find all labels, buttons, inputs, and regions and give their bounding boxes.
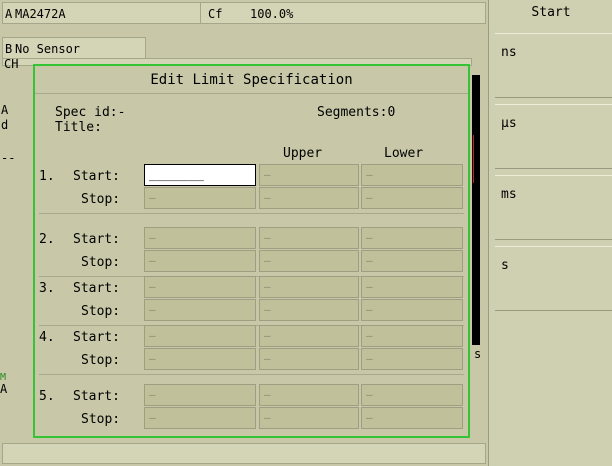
start-time-field-3[interactable]: —: [144, 276, 256, 298]
trace-unit-letter: s: [474, 347, 482, 361]
start-time-field-2[interactable]: —: [144, 227, 256, 249]
channel-b-status: No Sensor: [15, 42, 81, 56]
stop-lower-field-3[interactable]: —: [361, 299, 463, 321]
softkey-s[interactable]: s: [495, 246, 612, 311]
left-letter-a: A: [1, 103, 9, 117]
stop-label-3: Stop:: [81, 304, 121, 319]
stop-label-4: Stop:: [81, 353, 121, 368]
segment-number-5: 5.: [39, 389, 55, 404]
stop-label-1: Stop:: [81, 192, 121, 207]
segments-label: Segments:0: [317, 105, 396, 120]
edit-limit-dialog: Edit Limit Specification Spec id:- Segme…: [33, 64, 470, 438]
left-letter-d: d: [1, 118, 9, 132]
cf-value: 100.0%: [250, 7, 294, 21]
start-upper-field-4[interactable]: —: [259, 325, 359, 347]
row-separator: [39, 374, 464, 375]
start-time-field-4[interactable]: —: [144, 325, 256, 347]
lower-column-header: Lower: [384, 146, 424, 161]
channel-a-header[interactable]: A MA2472A Cf 100.0%: [2, 2, 486, 24]
stop-time-field-1[interactable]: —: [144, 187, 256, 209]
status-bar: [2, 443, 486, 464]
stop-upper-field-5[interactable]: —: [259, 407, 359, 429]
channel-a-sensor-model: MA2472A: [15, 7, 66, 21]
start-upper-field-3[interactable]: —: [259, 276, 359, 298]
softkey-ms[interactable]: ms: [495, 175, 612, 240]
channel-b-letter: B: [5, 42, 13, 56]
softkey-title: Start: [531, 5, 571, 20]
softkey-s-label: s: [501, 258, 509, 273]
segment-number-1: 1.: [39, 169, 55, 184]
start-upper-field-1[interactable]: —: [259, 164, 359, 186]
stop-lower-field-5[interactable]: —: [361, 407, 463, 429]
start-time-field-1[interactable]: _______: [144, 164, 256, 186]
channel-a-letter: A: [5, 7, 13, 21]
start-upper-field-2[interactable]: —: [259, 227, 359, 249]
stop-lower-field-2[interactable]: —: [361, 250, 463, 272]
segment-number-3: 3.: [39, 281, 55, 296]
start-lower-field-2[interactable]: —: [361, 227, 463, 249]
stop-label-5: Stop:: [81, 412, 121, 427]
stop-lower-field-4[interactable]: —: [361, 348, 463, 370]
dash-marker: --: [1, 151, 16, 165]
stop-label-2: Stop:: [81, 255, 121, 270]
segment-number-2: 2.: [39, 232, 55, 247]
stop-upper-field-2[interactable]: —: [259, 250, 359, 272]
start-lower-field-5[interactable]: —: [361, 384, 463, 406]
stop-upper-field-4[interactable]: —: [259, 348, 359, 370]
softkey-ns[interactable]: ns: [495, 33, 612, 98]
trace-area: [472, 75, 480, 345]
bottom-letter-a: A: [0, 382, 8, 396]
stop-upper-field-1[interactable]: —: [259, 187, 359, 209]
ch-row-label: CH: [4, 57, 19, 71]
stop-time-field-4[interactable]: —: [144, 348, 256, 370]
stop-time-field-2[interactable]: —: [144, 250, 256, 272]
start-lower-field-1[interactable]: —: [361, 164, 463, 186]
softkey-us-label: µs: [501, 116, 517, 131]
start-label-5: Start:: [73, 389, 120, 404]
spec-id-label: Spec id:-: [55, 105, 126, 120]
segment-number-4: 4.: [39, 330, 55, 345]
divider: [200, 3, 201, 23]
softkey-ns-label: ns: [501, 45, 517, 60]
upper-column-header: Upper: [283, 146, 323, 161]
title-label: Title:: [55, 120, 102, 135]
start-lower-field-4[interactable]: —: [361, 325, 463, 347]
start-lower-field-3[interactable]: —: [361, 276, 463, 298]
channel-b-header[interactable]: B No Sensor: [2, 37, 146, 59]
stop-lower-field-1[interactable]: —: [361, 187, 463, 209]
start-label-2: Start:: [73, 232, 120, 247]
stop-time-field-5[interactable]: —: [144, 407, 256, 429]
trace-marker: [473, 135, 474, 183]
start-label-3: Start:: [73, 281, 120, 296]
softkey-panel: Start ns µs ms s: [488, 0, 612, 466]
start-time-field-5[interactable]: —: [144, 384, 256, 406]
stop-upper-field-3[interactable]: —: [259, 299, 359, 321]
row-separator: [39, 213, 464, 214]
stop-time-field-3[interactable]: —: [144, 299, 256, 321]
start-upper-field-5[interactable]: —: [259, 384, 359, 406]
start-label-4: Start:: [73, 330, 120, 345]
dialog-title: Edit Limit Specification: [35, 66, 468, 94]
cf-label: Cf: [208, 7, 223, 21]
start-label-1: Start:: [73, 169, 120, 184]
softkey-ms-label: ms: [501, 187, 517, 202]
softkey-us[interactable]: µs: [495, 104, 612, 169]
